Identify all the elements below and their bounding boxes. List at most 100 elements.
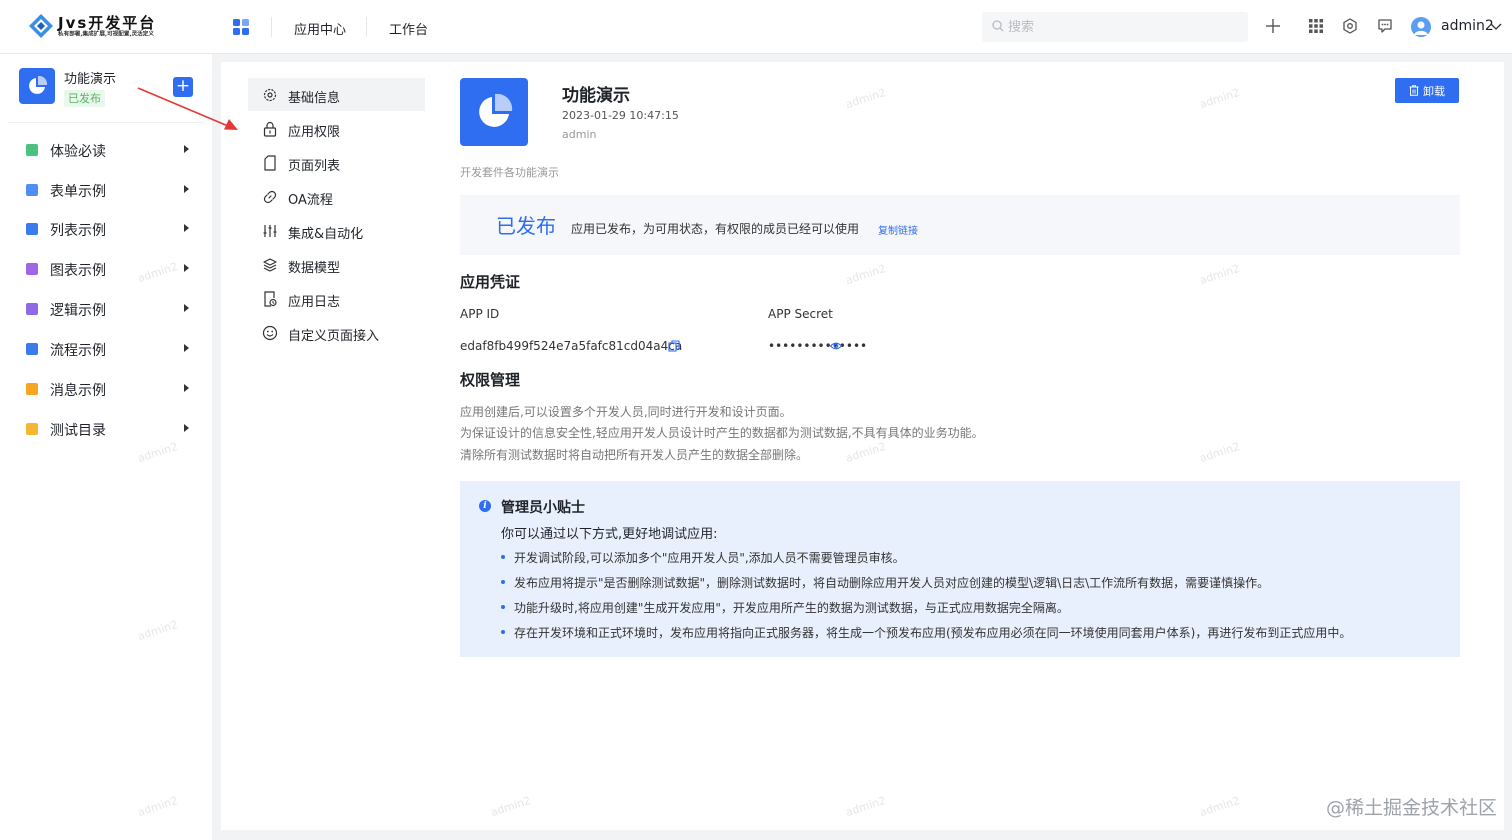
tips-item-text: 发布应用将提示"是否删除测试数据"，删除测试数据时，将自动删除应用开发人员对应创… — [514, 576, 1270, 590]
search-box[interactable] — [982, 12, 1248, 42]
square-icon — [26, 303, 38, 315]
subnav-label: 应用权限 — [288, 125, 341, 140]
sidebar-item-label: 图表示例 — [50, 263, 106, 279]
apps-grid-icon[interactable] — [233, 19, 249, 35]
bullet-dot — [501, 605, 505, 609]
subnav-label: 集成&自动化 — [288, 227, 364, 242]
link-icon — [263, 190, 277, 204]
eye-icon[interactable] — [830, 340, 842, 352]
sidebar-divider — [8, 122, 204, 123]
status-title: 已发布 — [496, 214, 556, 238]
subnav-oa-flow[interactable]: OA流程 — [248, 180, 425, 213]
sidebar-item-flow[interactable]: 流程示例 — [0, 332, 212, 366]
trash-icon — [1409, 85, 1419, 96]
log-icon — [264, 291, 277, 307]
admin-tips-box: i 管理员小贴士 你可以通过以下方式,更好地调试应用: 开发调试阶段,可以添加多… — [460, 481, 1460, 657]
search-icon — [992, 20, 1004, 32]
sidebar-item-form[interactable]: 表单示例 — [0, 173, 212, 207]
tips-subtitle: 你可以通过以下方式,更好地调试应用: — [501, 527, 718, 542]
sidebar-item-label: 流程示例 — [50, 343, 106, 359]
chevron-down-icon[interactable] — [1490, 22, 1502, 32]
smile-icon — [262, 325, 278, 341]
square-icon — [26, 223, 38, 235]
uninstall-button[interactable]: 卸载 — [1395, 78, 1459, 103]
status-box: 已发布 应用已发布，为可用状态，有权限的成员已经可以使用 复制链接 — [460, 195, 1460, 255]
sidebar-item-label: 测试目录 — [50, 423, 106, 439]
app-id-value: edaf8fb499f524e7a5fafc81cd04a4ca — [460, 339, 683, 353]
left-sidebar: 功能演示 已发布 + 体验必读 表单示例 列表示例 图表示例 逻辑示例 流程示例… — [0, 54, 212, 840]
caret-right-icon — [184, 185, 189, 193]
sidebar-item-logic[interactable]: 逻辑示例 — [0, 292, 212, 326]
caret-right-icon — [184, 145, 189, 153]
square-icon — [26, 263, 38, 275]
tips-item-text: 存在开发环境和正式环境时，发布应用将指向正式服务器，将生成一个预发布应用(预发布… — [514, 626, 1352, 640]
subnav-integration[interactable]: 集成&自动化 — [248, 214, 425, 247]
tips-item-text: 功能升级时,将应用创建"生成开发应用"，开发应用所产生的数据为测试数据，与正式应… — [514, 601, 1069, 615]
sidebar-item-test[interactable]: 测试目录 — [0, 412, 212, 446]
sidebar-item-list[interactable]: 列表示例 — [0, 212, 212, 246]
copy-icon[interactable] — [668, 340, 680, 352]
app-author: admin — [562, 128, 597, 141]
square-icon — [26, 383, 38, 395]
nav-workbench[interactable]: 工作台 — [389, 19, 428, 38]
subnav-app-permission[interactable]: 应用权限 — [248, 112, 425, 145]
sidebar-item-experience[interactable]: 体验必读 — [0, 133, 212, 167]
app-title: 功能演示 — [562, 86, 630, 106]
search-input[interactable] — [1008, 12, 1238, 42]
logo-subtitle: 私有部署,集成扩展,可视配置,灵活定义 — [58, 30, 154, 38]
sidebar-item-label: 列表示例 — [50, 223, 106, 239]
app-icon — [19, 68, 55, 104]
subnav-label: 应用日志 — [288, 295, 341, 310]
header-divider — [271, 17, 272, 37]
caret-right-icon — [184, 304, 189, 312]
app-name: 功能演示 — [64, 72, 117, 87]
permission-line: 应用创建后,可以设置多个开发人员,同时进行开发和设计页面。 — [460, 405, 792, 419]
bullet-dot — [501, 630, 505, 634]
pie-chart-icon — [479, 93, 513, 127]
square-icon — [26, 184, 38, 196]
nav-app-center[interactable]: 应用中心 — [294, 19, 346, 38]
square-icon — [26, 423, 38, 435]
permission-line: 清除所有测试数据时将自动把所有开发人员产生的数据全部删除。 — [460, 448, 809, 462]
app-secret-value: •••••••••••••• — [768, 339, 868, 353]
credentials-title: 应用凭证 — [460, 273, 521, 291]
main-panel: 基础信息 应用权限 页面列表 OA流程 集成&自动化 数据模型 应用日志 自定义… — [221, 62, 1504, 830]
sidebar-item-chart[interactable]: 图表示例 — [0, 252, 212, 286]
caret-right-icon — [184, 224, 189, 232]
settings-icon[interactable] — [1342, 18, 1358, 34]
user-icon — [1414, 21, 1428, 35]
app-id-label: APP ID — [460, 307, 500, 321]
permission-line: 为保证设计的信息安全性,轻应用开发人员设计时产生的数据都为测试数据,不具有具体的… — [460, 426, 984, 440]
square-icon — [26, 144, 38, 156]
grid-icon[interactable] — [1308, 18, 1324, 34]
header-divider — [366, 17, 367, 37]
app-date: 2023-01-29 10:47:15 — [562, 109, 679, 122]
subnav-label: OA流程 — [288, 193, 333, 208]
caret-right-icon — [184, 424, 189, 432]
subnav-label: 数据模型 — [288, 261, 341, 276]
permissions-title: 权限管理 — [460, 371, 521, 389]
status-description: 应用已发布，为可用状态，有权限的成员已经可以使用 — [571, 222, 860, 236]
subnav-basic-info[interactable]: 基础信息 — [248, 78, 425, 111]
app-logo — [460, 78, 528, 146]
subnav-label: 基础信息 — [288, 91, 341, 106]
subnav-data-model[interactable]: 数据模型 — [248, 248, 425, 281]
avatar[interactable] — [1411, 17, 1431, 37]
tips-title: 管理员小贴士 — [501, 500, 585, 516]
tips-item-text: 开发调试阶段,可以添加多个"应用开发人员",添加人员不需要管理员审核。 — [514, 551, 905, 565]
lock-icon — [263, 121, 277, 137]
add-button[interactable]: + — [173, 77, 193, 97]
message-icon[interactable] — [1377, 18, 1393, 34]
uninstall-label: 卸载 — [1423, 85, 1445, 98]
sidebar-item-label: 表单示例 — [50, 184, 106, 200]
subnav-page-list[interactable]: 页面列表 — [248, 146, 425, 179]
subnav-custom-page[interactable]: 自定义页面接入 — [248, 316, 425, 349]
top-header: Jvs开发平台 私有部署,集成扩展,可视配置,灵活定义 应用中心 工作台 搜索 … — [0, 0, 1512, 54]
sidebar-item-message[interactable]: 消息示例 — [0, 372, 212, 406]
logo[interactable]: Jvs开发平台 私有部署,集成扩展,可视配置,灵活定义 — [28, 11, 178, 43]
user-name[interactable]: admin2 — [1441, 18, 1494, 34]
copy-link[interactable]: 复制链接 — [878, 222, 918, 237]
logo-icon — [29, 14, 53, 38]
plus-icon[interactable] — [1265, 18, 1281, 34]
subnav-app-log[interactable]: 应用日志 — [248, 282, 425, 315]
